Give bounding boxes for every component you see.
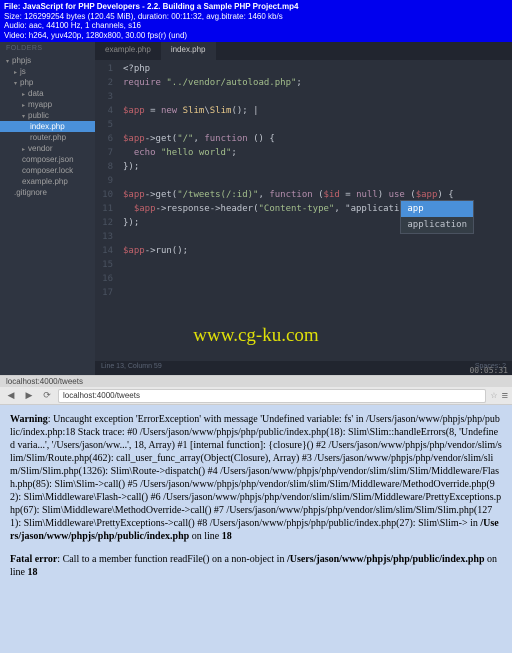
folder-item[interactable]: phpjs — [0, 55, 95, 66]
hamburger-icon[interactable]: ≡ — [502, 390, 508, 402]
file-tree-sidebar: FOLDERS phpjs js php data myapp public index.p… — [0, 42, 95, 375]
fatal-label: Fatal error — [10, 554, 57, 565]
file-item[interactable]: index.php — [0, 121, 95, 132]
back-button[interactable]: ◀ — [4, 389, 18, 403]
forward-button[interactable]: ▶ — [22, 389, 36, 403]
browser-toolbar: ◀ ▶ ⟳ localhost:4000/tweets ☆ ≡ — [0, 387, 512, 405]
tree-item-label: vendor — [28, 144, 52, 153]
folder-icon — [22, 100, 25, 109]
folder-item[interactable]: data — [0, 88, 95, 99]
browser-tab-title[interactable]: localhost:4000/tweets — [0, 376, 512, 387]
video-timecode: 00:05:31 — [469, 366, 508, 375]
tree-item-label: phpjs — [12, 56, 31, 65]
file-item[interactable]: example.php — [0, 176, 95, 187]
video-audio: Audio: aac, 44100 Hz, 1 channels, s16 — [4, 21, 508, 31]
folder-icon — [22, 89, 25, 98]
php-warning: Warning: Uncaught exception 'ErrorExcept… — [10, 413, 502, 543]
folder-icon — [14, 67, 17, 76]
autocomplete-item[interactable]: application — [401, 217, 473, 233]
folder-item[interactable]: php — [0, 77, 95, 88]
star-icon[interactable]: ☆ — [490, 391, 497, 400]
editor-tab[interactable]: index.php — [161, 42, 216, 60]
tree-item-label: myapp — [28, 100, 52, 109]
tree-item-label: php — [20, 78, 33, 87]
autocomplete-popup[interactable]: appapplication — [400, 200, 474, 234]
tree-item-label: public — [28, 111, 49, 120]
reload-button[interactable]: ⟳ — [40, 389, 54, 403]
folder-icon — [14, 78, 17, 87]
file-item[interactable]: router.php — [0, 132, 95, 143]
tree-item-label: example.php — [22, 177, 68, 186]
video-info-bar: File: JavaScript for PHP Developers - 2.… — [0, 0, 512, 42]
warning-label: Warning — [10, 414, 48, 425]
sidebar-header: FOLDERS — [0, 42, 95, 55]
folder-item[interactable]: public — [0, 110, 95, 121]
folder-icon — [6, 56, 9, 65]
file-item[interactable]: composer.json — [0, 154, 95, 165]
folder-item[interactable]: vendor — [0, 143, 95, 154]
url-text: localhost:4000/tweets — [63, 391, 140, 400]
video-codec: Video: h264, yuv420p, 1280x800, 30.00 fp… — [4, 31, 508, 41]
file-item[interactable]: .gitignore — [0, 187, 95, 198]
code-lines[interactable]: <?php require "../vendor/autoload.php"; … — [119, 60, 512, 302]
url-bar[interactable]: localhost:4000/tweets — [58, 389, 486, 403]
editor-tabs: example.phpindex.php — [95, 42, 512, 60]
line-gutter: 1234567891011121314151617 — [95, 60, 119, 302]
autocomplete-item[interactable]: app — [401, 201, 473, 217]
browser-window: localhost:4000/tweets ◀ ▶ ⟳ localhost:40… — [0, 375, 512, 653]
editor-status-bar: Line 13, Column 59 Spaces: 2 — [95, 361, 512, 375]
watermark-text: www.cg-ku.com — [193, 325, 318, 347]
tree-item-label: index.php — [30, 122, 65, 131]
folder-item[interactable]: js — [0, 66, 95, 77]
folder-icon — [22, 111, 25, 120]
folder-item[interactable]: myapp — [0, 99, 95, 110]
tree-item-label: composer.json — [22, 155, 74, 164]
editor-tab[interactable]: example.php — [95, 42, 161, 60]
tree-item-label: router.php — [30, 133, 66, 142]
video-size: Size: 126299254 bytes (120.45 MiB), dura… — [4, 12, 508, 22]
video-file-name: File: JavaScript for PHP Developers - 2.… — [4, 2, 508, 12]
tree-item-label: js — [20, 67, 26, 76]
file-item[interactable]: composer.lock — [0, 165, 95, 176]
cursor-position: Line 13, Column 59 — [101, 363, 162, 373]
tree-item-label: composer.lock — [22, 166, 73, 175]
error-page: Warning: Uncaught exception 'ErrorExcept… — [0, 405, 512, 653]
php-fatal-error: Fatal error: Call to a member function r… — [10, 553, 502, 579]
tree-item-label: .gitignore — [14, 188, 47, 197]
folder-icon — [22, 144, 25, 153]
tree-item-label: data — [28, 89, 44, 98]
